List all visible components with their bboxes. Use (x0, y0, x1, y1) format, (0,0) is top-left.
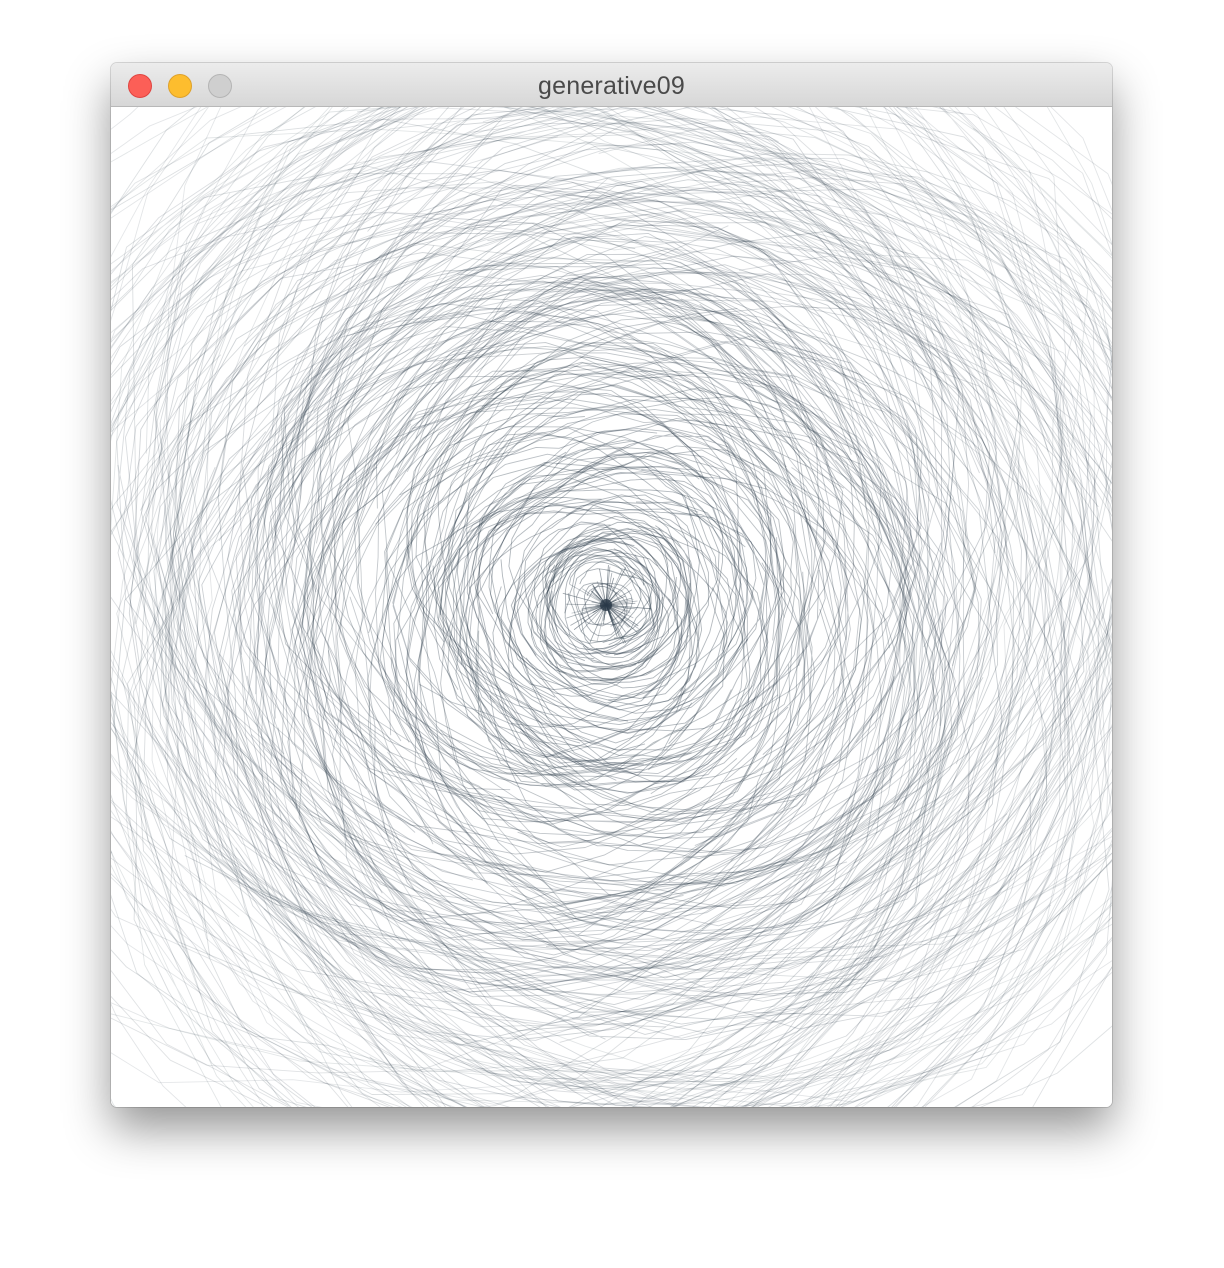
spiral-stroke (469, 429, 781, 732)
spiral-stroke (444, 453, 849, 847)
window-title: generative09 (538, 72, 685, 100)
desktop: generative09 (0, 0, 1224, 1268)
core-dot (600, 599, 612, 611)
spiral-stroke (270, 302, 820, 866)
spiral-stroke (333, 287, 870, 839)
generative-artwork (111, 107, 1112, 1107)
title-bar[interactable]: generative09 (111, 63, 1112, 107)
sketch-canvas[interactable] (111, 107, 1112, 1107)
app-window: generative09 (111, 63, 1112, 1107)
spiral-stroke (444, 447, 726, 726)
